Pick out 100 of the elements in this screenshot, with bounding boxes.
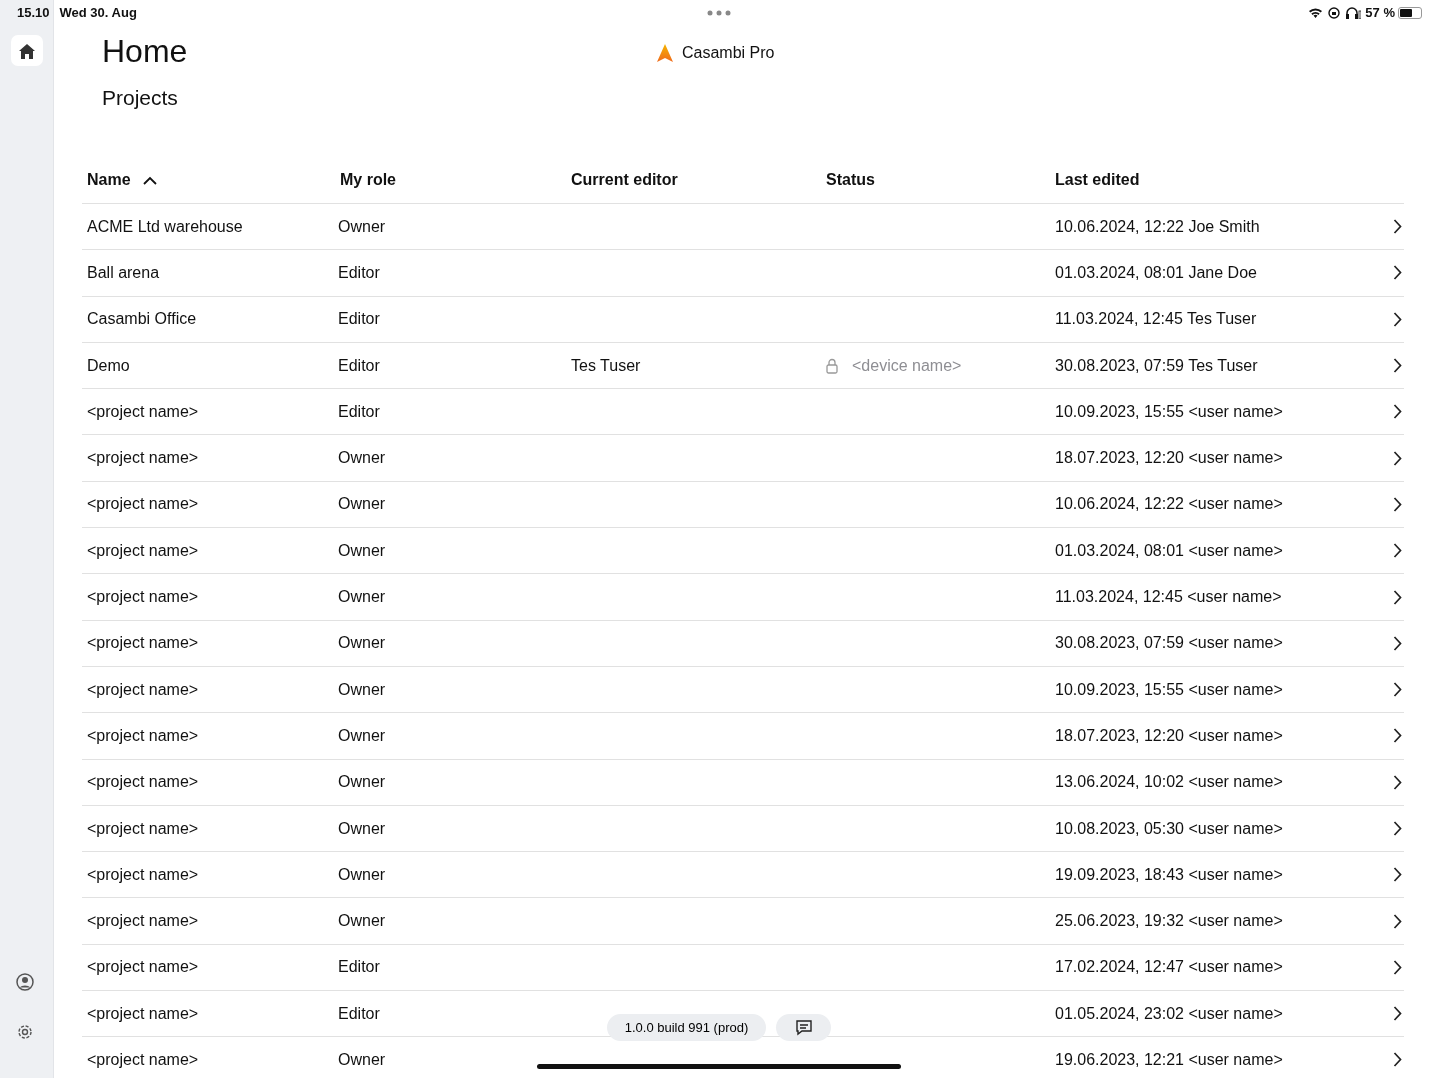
app-logo-icon	[656, 44, 674, 62]
column-header[interactable]: Status	[826, 168, 875, 192]
last-edited-text: 01.03.2024, 08:01 <user name>	[1055, 541, 1283, 559]
home-button[interactable]	[11, 35, 43, 66]
chevron-right-icon[interactable]	[1393, 589, 1402, 605]
chevron-right-icon[interactable]	[1393, 913, 1402, 929]
last-edited-text: 13.06.2024, 10:02 <user name>	[1055, 773, 1283, 791]
project-name[interactable]: ACME Ltd warehouse	[87, 217, 243, 235]
role-text: Editor	[338, 356, 380, 374]
battery-icon	[1398, 6, 1422, 19]
settings-icon[interactable]	[16, 1023, 34, 1041]
status-date: Wed 30. Aug	[59, 3, 137, 22]
chevron-right-icon[interactable]	[1393, 358, 1402, 374]
last-edited-text: 01.03.2024, 08:01 Jane Doe	[1055, 263, 1257, 281]
headphones-icon	[1345, 6, 1362, 19]
last-edited-text: 19.09.2023, 18:43 <user name>	[1055, 865, 1283, 883]
role-text: Owner	[338, 449, 386, 467]
project-name[interactable]: <project name>	[87, 912, 199, 930]
last-edited-text: 18.07.2023, 12:20 <user name>	[1055, 726, 1283, 744]
sort-ascending-icon[interactable]	[142, 175, 157, 185]
column-header[interactable]: Name	[87, 168, 131, 192]
role-text: Editor	[338, 402, 380, 420]
chevron-right-icon[interactable]	[1393, 450, 1402, 466]
column-header[interactable]: Current editor	[571, 168, 678, 192]
last-edited-text: 01.05.2024, 23:02 <user name>	[1055, 1004, 1283, 1022]
chevron-right-icon[interactable]	[1393, 867, 1402, 883]
last-edited-text: 11.03.2024, 12:45 <user name>	[1055, 588, 1282, 605]
chevron-right-icon[interactable]	[1393, 219, 1402, 235]
project-name[interactable]: <project name>	[87, 449, 199, 467]
last-edited-text: 10.09.2023, 15:55 <user name>	[1055, 680, 1283, 698]
project-name[interactable]: Casambi Office	[87, 310, 197, 328]
last-edited-text: 17.02.2024, 12:47 <user name>	[1055, 958, 1283, 976]
role-text: Owner	[338, 726, 386, 744]
chevron-right-icon[interactable]	[1393, 635, 1402, 651]
project-name[interactable]: <project name>	[87, 958, 199, 976]
column-header[interactable]: My role	[340, 168, 396, 192]
role-text: Owner	[338, 680, 386, 698]
device-name: <device name>	[852, 355, 962, 376]
wifi-icon	[1308, 7, 1324, 18]
chevron-right-icon[interactable]	[1393, 774, 1402, 790]
role-text: Owner	[338, 1051, 386, 1068]
project-name[interactable]: <project name>	[87, 680, 199, 698]
project-name[interactable]: <project name>	[87, 634, 199, 652]
last-edited-text: 10.06.2024, 12:22 Joe Smith	[1055, 217, 1260, 235]
chevron-right-icon[interactable]	[1393, 728, 1402, 744]
project-name[interactable]: <project name>	[87, 402, 199, 420]
multitasking-dots-icon[interactable]	[707, 10, 731, 16]
chevron-right-icon[interactable]	[1393, 1052, 1402, 1068]
battery-percentage: 57 %	[1365, 3, 1395, 22]
last-edited-text: 19.06.2023, 12:21 <user name>	[1055, 1051, 1283, 1068]
page-title: Home	[102, 35, 188, 67]
section-subtitle: Projects	[102, 85, 179, 111]
role-text: Editor	[338, 958, 380, 976]
project-name[interactable]: <project name>	[87, 819, 199, 837]
role-text: Editor	[338, 263, 380, 281]
version-pill[interactable]: 1.0.0 build 991 (prod)	[607, 1014, 766, 1041]
role-text: Editor	[338, 310, 380, 328]
editor-name: Tes Tuser	[571, 356, 641, 374]
status-time: 15.10	[17, 3, 50, 22]
last-edited-text: 30.08.2023, 07:59 <user name>	[1055, 634, 1283, 652]
role-text: Owner	[338, 773, 386, 791]
role-text: Owner	[338, 912, 386, 930]
project-name[interactable]: <project name>	[87, 773, 199, 791]
column-header[interactable]: Last edited	[1055, 168, 1140, 192]
home-icon[interactable]	[18, 42, 36, 59]
project-name[interactable]: <project name>	[87, 1004, 199, 1022]
project-name[interactable]: <project name>	[87, 495, 199, 513]
role-text: Owner	[338, 495, 386, 513]
last-edited-text: 11.03.2024, 12:45 Tes Tuser	[1055, 310, 1257, 328]
project-name[interactable]: Demo	[87, 356, 130, 374]
last-edited-text: 18.07.2023, 12:20 <user name>	[1055, 449, 1283, 467]
role-text: Owner	[338, 865, 386, 883]
chevron-right-icon[interactable]	[1393, 682, 1402, 698]
project-name[interactable]: <project name>	[87, 726, 199, 744]
chevron-right-icon[interactable]	[1393, 496, 1402, 512]
chevron-right-icon[interactable]	[1393, 821, 1402, 836]
role-text: Owner	[338, 634, 386, 652]
role-text: Owner	[338, 541, 386, 559]
last-edited-text: 30.08.2023, 07:59 Tes Tuser	[1055, 356, 1258, 374]
feedback-icon[interactable]	[776, 1014, 831, 1041]
project-name[interactable]: <project name>	[87, 588, 199, 605]
rotation-lock-icon	[1328, 6, 1341, 19]
chevron-right-icon[interactable]	[1393, 543, 1402, 559]
last-edited-text: 10.06.2024, 12:22 <user name>	[1055, 495, 1283, 513]
project-name[interactable]: <project name>	[87, 865, 199, 883]
account-icon[interactable]	[16, 973, 34, 991]
project-name[interactable]: <project name>	[87, 1051, 199, 1068]
role-text: Owner	[338, 217, 386, 235]
last-edited-text: 10.08.2023, 05:30 <user name>	[1055, 819, 1283, 837]
role-text: Editor	[338, 1004, 380, 1022]
chevron-right-icon[interactable]	[1393, 311, 1402, 327]
role-text: Owner	[338, 819, 386, 837]
chevron-right-icon[interactable]	[1393, 959, 1402, 975]
chevron-right-icon[interactable]	[1393, 404, 1402, 420]
project-name[interactable]: Ball arena	[87, 263, 160, 281]
app-name: Casambi Pro	[682, 43, 775, 63]
project-name[interactable]: <project name>	[87, 541, 199, 559]
last-edited-text: 10.09.2023, 15:55 <user name>	[1055, 402, 1283, 420]
chevron-right-icon[interactable]	[1393, 1006, 1402, 1022]
chevron-right-icon[interactable]	[1393, 265, 1402, 281]
